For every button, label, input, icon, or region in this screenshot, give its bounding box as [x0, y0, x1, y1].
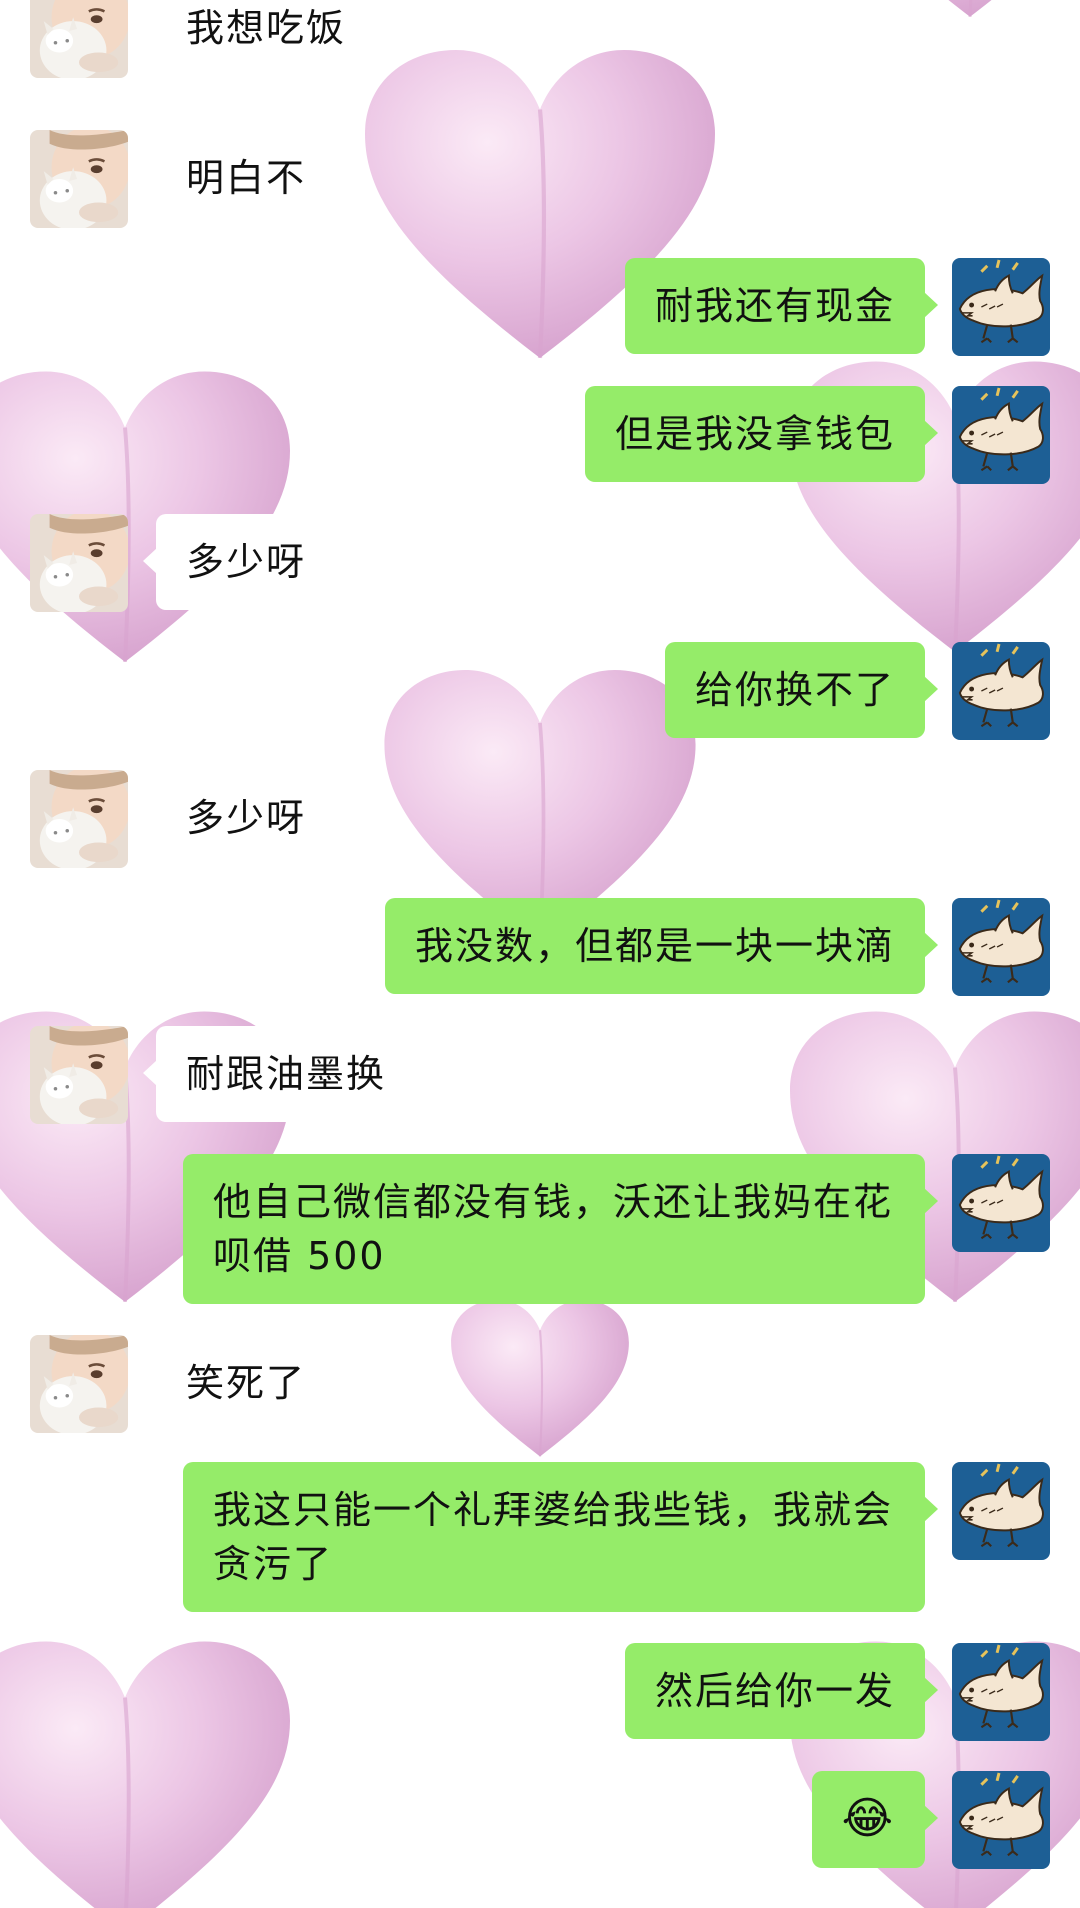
- contact-avatar[interactable]: [30, 770, 128, 868]
- contact-avatar[interactable]: [30, 130, 128, 228]
- self-avatar[interactable]: [952, 1154, 1050, 1252]
- shark-drawing-avatar-icon: [952, 1771, 1050, 1869]
- message-bubble[interactable]: 但是我没拿钱包: [584, 386, 939, 482]
- self-avatar[interactable]: [952, 386, 1050, 484]
- message-bubble[interactable]: 给你换不了: [664, 642, 939, 738]
- shark-drawing-avatar-icon: [952, 1462, 1050, 1560]
- message-bubble[interactable]: 耐跟油墨换: [142, 1026, 417, 1122]
- shark-drawing-avatar-icon: [952, 1643, 1050, 1741]
- shark-drawing-avatar-icon: [952, 1154, 1050, 1252]
- girl-with-cat-avatar-icon: [30, 1026, 128, 1124]
- shark-drawing-avatar-icon: [952, 258, 1050, 356]
- girl-with-cat-avatar-icon: [30, 770, 128, 868]
- message-bubble[interactable]: 我想吃饭: [142, 0, 377, 76]
- shark-drawing-avatar-icon: [952, 642, 1050, 740]
- self-avatar[interactable]: [952, 898, 1050, 996]
- girl-with-cat-avatar-icon: [30, 0, 128, 78]
- self-avatar[interactable]: [952, 1462, 1050, 1560]
- girl-with-cat-avatar-icon: [30, 1335, 128, 1433]
- girl-with-cat-avatar-icon: [30, 130, 128, 228]
- message-bubble[interactable]: 明白不: [142, 130, 337, 226]
- message-bubble[interactable]: 多少呀: [142, 514, 337, 610]
- message-bubble[interactable]: 我没数，但都是一块一块滴: [384, 898, 939, 994]
- contact-avatar[interactable]: [30, 514, 128, 612]
- shark-drawing-avatar-icon: [952, 386, 1050, 484]
- message-bubble[interactable]: 我这只能一个礼拜婆给我些钱，我就会贪污了: [183, 1462, 938, 1612]
- girl-with-cat-avatar-icon: [30, 514, 128, 612]
- self-avatar[interactable]: [952, 1771, 1050, 1869]
- message-bubble[interactable]: 耐我还有现金: [624, 258, 939, 354]
- message-bubble[interactable]: 笑死了: [142, 1335, 337, 1431]
- chat-message-list[interactable]: 我想吃饭 明白不 耐我还有现金 但是我没拿钱包 多少呀 给你换不了 多少呀 我没数，但都是一块…: [0, 0, 1080, 1908]
- message-bubble[interactable]: 然后给你一发: [624, 1643, 939, 1739]
- contact-avatar[interactable]: [30, 1335, 128, 1433]
- message-bubble[interactable]: 多少呀: [142, 770, 337, 866]
- tears-of-joy-emoji-icon: 😂: [841, 1793, 895, 1844]
- shark-drawing-avatar-icon: [952, 898, 1050, 996]
- self-avatar[interactable]: [952, 258, 1050, 356]
- contact-avatar[interactable]: [30, 1026, 128, 1124]
- contact-avatar[interactable]: [30, 0, 128, 78]
- message-bubble[interactable]: 😂: [811, 1771, 939, 1868]
- self-avatar[interactable]: [952, 1643, 1050, 1741]
- self-avatar[interactable]: [952, 642, 1050, 740]
- message-bubble[interactable]: 他自己微信都没有钱，沃还让我妈在花呗借 500: [183, 1154, 938, 1304]
